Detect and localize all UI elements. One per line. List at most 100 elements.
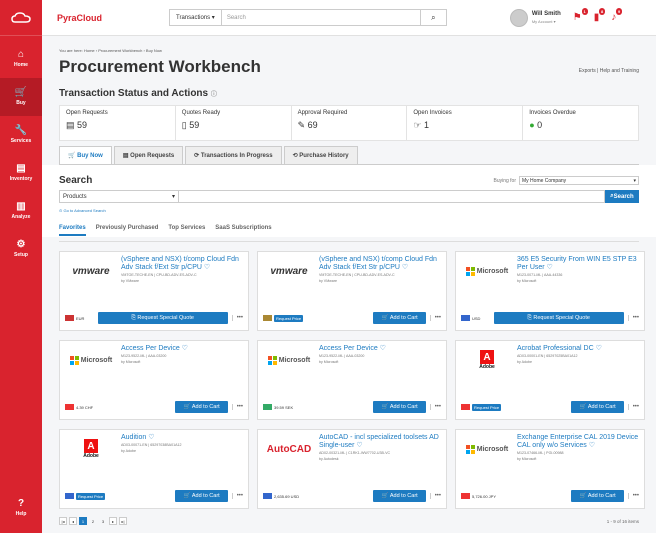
status-invoices-overdue[interactable]: Invoices Overdue ● 0 xyxy=(523,106,638,140)
sidebar-item-services[interactable]: 🔧 Services xyxy=(0,116,42,154)
request-special-quote-button[interactable]: ⎘ Request Special Quote xyxy=(97,312,228,324)
sidebar-item-buy[interactable]: 🛒 Buy xyxy=(0,78,42,116)
exports-help-links[interactable]: Exports | Help and Training xyxy=(579,68,639,74)
request-price-badge[interactable]: Request Price xyxy=(472,403,502,411)
subtab-previously-purchased[interactable]: Previously Purchased xyxy=(96,225,159,236)
alert-icon[interactable]: ⚑ 1 xyxy=(573,8,588,23)
advanced-search-link[interactable]: ⊙ Go to Advanced Search xyxy=(59,208,639,213)
status-quotes-ready[interactable]: Quotes Ready ▯ 59 xyxy=(176,106,292,140)
product-card: Microsoft 365 E5 Security From WIN E5 STP… xyxy=(455,251,645,331)
more-icon[interactable]: ••• xyxy=(231,315,243,321)
more-icon[interactable]: ••• xyxy=(429,404,441,410)
sidebar-item-home[interactable]: ⌂ Home xyxy=(0,40,42,78)
more-icon[interactable]: ••• xyxy=(231,404,243,410)
add-to-cart-button[interactable]: 🛒 Add to Cart xyxy=(175,401,228,413)
more-icon[interactable]: ••• xyxy=(627,404,639,410)
product-name[interactable]: AutoCAD - incl specialized toolsets AD S… xyxy=(319,434,441,450)
search-title: Search xyxy=(59,175,93,186)
product-name[interactable]: (vSphere and NSX) t/comp Cloud Fdn Adv S… xyxy=(121,256,243,272)
status-approval-required[interactable]: Approval Required ✎ 69 xyxy=(292,106,408,140)
button-label: Request Special Quote xyxy=(137,315,194,321)
search-button-label: Search xyxy=(613,193,634,200)
add-to-cart-button[interactable]: 🛒 Add to Cart xyxy=(373,312,426,324)
tab-purchase-history[interactable]: ⟲ Purchase History xyxy=(283,146,358,164)
sidebar-item-analyze[interactable]: ▥ Analyze xyxy=(0,192,42,230)
tab-label: Open Requests xyxy=(130,153,175,159)
request-price-badge[interactable]: Request Price xyxy=(76,492,106,500)
microsoft-logo: Microsoft xyxy=(461,256,513,286)
page-1[interactable]: 1 xyxy=(79,517,87,525)
tab-buy-now[interactable]: 🛒 Buy Now xyxy=(59,146,112,164)
status-label: Invoices Overdue xyxy=(529,110,576,116)
page-3[interactable]: 3 xyxy=(99,517,107,525)
user-menu[interactable]: Will Smith My Account ▾ xyxy=(509,8,561,27)
category-select[interactable]: Products ▾ xyxy=(59,190,179,203)
status-number: 59 xyxy=(77,120,88,130)
status-open-invoices[interactable]: Open Invoices ☞ 1 xyxy=(407,106,524,140)
tab-transactions-in-progress[interactable]: ⟳ Transactions In Progress xyxy=(185,146,282,164)
last-page-button[interactable]: ▸| xyxy=(119,517,127,525)
add-to-cart-button[interactable]: 🛒 Add to Cart xyxy=(571,490,624,502)
product-sku: M123-07466-ML | PGI-00988 xyxy=(517,451,564,455)
subtab-top-services[interactable]: Top Services xyxy=(168,225,205,236)
sidebar-item-help[interactable]: ? Help xyxy=(0,489,42,527)
prev-page-button[interactable]: ◂ xyxy=(69,517,77,525)
bell-icon[interactable]: ♪ 9 xyxy=(611,8,623,23)
status-number: 0 xyxy=(537,120,543,130)
product-sku: VMTOE-TECHE-EN | CPU-BD-ADV-ES-ADV-C xyxy=(319,273,395,277)
more-icon[interactable]: ••• xyxy=(429,493,441,499)
more-icon[interactable]: ••• xyxy=(429,315,441,321)
more-icon[interactable]: ••• xyxy=(627,493,639,499)
flag-icon xyxy=(65,315,74,321)
add-to-cart-button[interactable]: 🛒 Add to Cart xyxy=(373,401,426,413)
product-name[interactable]: (vSphere and NSX) t/comp Cloud Fdn Adv S… xyxy=(319,256,441,272)
status-panel: Open Requests ▤ 59 Quotes Ready ▯ 59 Appro… xyxy=(59,105,639,141)
top-search-input[interactable]: Search xyxy=(220,9,421,26)
product-vendor: by Autodesk xyxy=(319,457,339,461)
button-label: Add to Cart xyxy=(389,493,418,499)
chevron-down-icon: ▾ xyxy=(633,177,636,184)
product-name[interactable]: Audition ♡ xyxy=(121,434,243,442)
buying-for-select[interactable]: My Home Company ▾ xyxy=(519,176,639,185)
first-page-button[interactable]: |◂ xyxy=(59,517,67,525)
subtab-saas-subscriptions[interactable]: SaaS Subscriptions xyxy=(215,225,271,236)
product-name[interactable]: Acrobat Professional DC ♡ xyxy=(517,345,639,353)
my-account-link[interactable]: My Account ▾ xyxy=(532,18,561,25)
page-2[interactable]: 2 xyxy=(89,517,97,525)
vendor-name: Microsoft xyxy=(278,356,311,364)
app-logo-icon[interactable] xyxy=(0,0,42,36)
status-title-text: Transaction Status and Actions xyxy=(59,88,209,99)
request-special-quote-button[interactable]: ⎘ Request Special Quote xyxy=(493,312,624,324)
search-input[interactable] xyxy=(179,190,605,203)
product-name[interactable]: Exchange Enterprise CAL 2019 Device CAL … xyxy=(517,434,639,450)
main-tabs: 🛒 Buy Now ▤ Open Requests ⟳ Transactions… xyxy=(59,146,639,165)
sidebar-item-setup[interactable]: ⚙ Setup xyxy=(0,230,42,268)
home-icon: ⌂ xyxy=(17,49,25,60)
subtab-favorites[interactable]: Favorites xyxy=(59,225,86,236)
breadcrumb[interactable]: You are here: Home › Procurement Workben… xyxy=(59,48,639,53)
sidebar-item-inventory[interactable]: ▤ Inventory xyxy=(0,154,42,192)
button-label: Add to Cart xyxy=(389,404,418,410)
vendor-name: AutoCAD xyxy=(266,443,312,455)
transactions-dropdown[interactable]: Transactions ▾ xyxy=(169,9,221,26)
product-name[interactable]: Access Per Device ♡ xyxy=(121,345,243,353)
cart-icon: 🛒 xyxy=(14,87,28,98)
product-sku: AD03-00001-EN | 65297025BA01A12 xyxy=(517,354,578,358)
add-to-cart-button[interactable]: 🛒 Add to Cart xyxy=(175,490,228,502)
search-button[interactable]: ⌕ Search xyxy=(605,190,639,203)
more-icon[interactable]: ••• xyxy=(627,315,639,321)
product-sku: AD02-00321-ML | C1RK1-WW7702-U3B-VC xyxy=(319,451,391,455)
button-label: Add to Cart xyxy=(587,493,616,499)
more-icon[interactable]: ••• xyxy=(231,493,243,499)
add-to-cart-button[interactable]: 🛒 Add to Cart xyxy=(571,401,624,413)
add-to-cart-button[interactable]: 🛒 Add to Cart xyxy=(373,490,426,502)
product-name[interactable]: Access Per Device ♡ xyxy=(319,345,441,353)
search-icon[interactable]: ⌕ xyxy=(420,9,447,26)
status-open-requests[interactable]: Open Requests ▤ 59 xyxy=(60,106,176,140)
info-icon[interactable]: ⓘ xyxy=(211,92,217,98)
product-name[interactable]: 365 E5 Security From WIN E5 STP E3 Per U… xyxy=(517,256,639,272)
tab-open-requests[interactable]: ▤ Open Requests xyxy=(113,146,184,164)
next-page-button[interactable]: ▸ xyxy=(109,517,117,525)
request-price-badge[interactable]: Request Price xyxy=(274,314,304,322)
cart-icon[interactable]: ▮ 8 xyxy=(594,8,606,23)
